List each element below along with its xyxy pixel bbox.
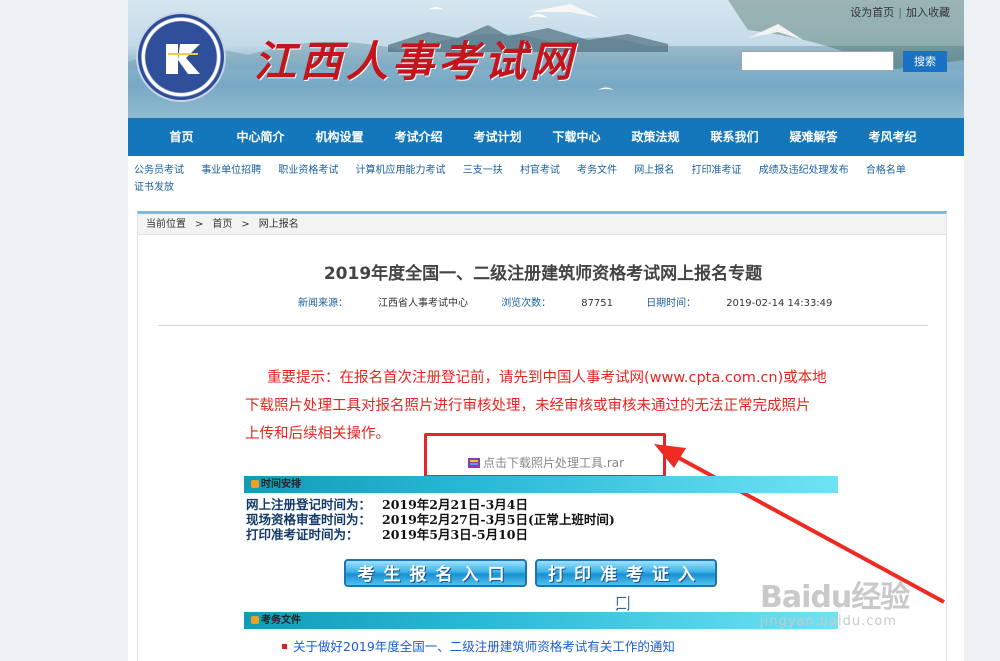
- add-favorite-link[interactable]: 加入收藏: [906, 6, 950, 19]
- schedule-value: 2019年5月3日-5月10日: [382, 527, 528, 542]
- subnav-item[interactable]: 合格名单: [866, 165, 906, 176]
- doc-link[interactable]: 关于做好2019年度全国一、二级注册建筑师资格考试有关工作的通知: [282, 636, 675, 655]
- register-entry-button[interactable]: 考生报名入口: [344, 559, 527, 587]
- subnav-item[interactable]: 证书发放: [134, 182, 174, 193]
- schedule-value: 2019年2月21日-3月4日: [382, 497, 528, 512]
- nav-downloads[interactable]: 下载中心: [537, 118, 616, 156]
- search-button[interactable]: 搜索: [903, 51, 947, 72]
- nav-home[interactable]: 首页: [142, 118, 221, 156]
- subnav-item[interactable]: 村官考试: [520, 165, 560, 176]
- subnav-item[interactable]: 事业单位招聘: [201, 165, 261, 176]
- red-bullet-icon: [282, 644, 287, 649]
- schedule-key: 现场资格审查时间为：: [246, 512, 372, 527]
- logo-emblem-icon: [166, 44, 200, 74]
- docs-section-title: 考务文件: [261, 615, 301, 626]
- nav-about[interactable]: 中心简介: [221, 118, 300, 156]
- watermark-logo: Baidu经验: [760, 580, 910, 615]
- doc-link-label: 关于做好2019年度全国一、二级注册建筑师资格考试有关工作的通知: [293, 639, 675, 654]
- section-bullet-icon: [251, 480, 259, 488]
- watermark-url: jingyan.baidu.com: [760, 614, 897, 629]
- search-input[interactable]: [741, 51, 894, 71]
- header-banner: 江西人事考试网 设为首页 | 加入收藏 搜索: [128, 0, 964, 118]
- schedule-key: 网上注册登记时间为：: [246, 497, 372, 512]
- schedule-section-title: 时间安排: [261, 479, 301, 490]
- schedule-section-bar: 时间安排: [244, 476, 838, 493]
- print-admission-button[interactable]: 打印准考证入口: [535, 559, 717, 613]
- subnav-item[interactable]: 计算机应用能力考试: [356, 165, 446, 176]
- nav-organization[interactable]: 机构设置: [300, 118, 379, 156]
- page: 江西人事考试网 设为首页 | 加入收藏 搜索 首页 中心简介 机构设置 考试介绍 考…: [128, 0, 964, 661]
- subnav-item[interactable]: 打印准考证: [692, 165, 742, 176]
- nav-contact[interactable]: 联系我们: [695, 118, 774, 156]
- nav-faq[interactable]: 疑难解答: [774, 118, 853, 156]
- subnav-item[interactable]: 三支一扶: [463, 165, 503, 176]
- nav-policies[interactable]: 政策法规: [616, 118, 695, 156]
- schedule-value: 2019年2月27日-3月5日(正常上班时间): [382, 512, 615, 527]
- logo[interactable]: [136, 12, 226, 102]
- subnav-item[interactable]: 公务员考试: [134, 165, 184, 176]
- schedule-key: 打印准考证时间为：: [246, 527, 359, 542]
- watermark: Baidu经验 jingyan.baidu.com: [760, 572, 910, 629]
- subnav-item[interactable]: 网上报名: [634, 165, 674, 176]
- schedule-list: 网上注册登记时间为： 2019年2月21日-3月4日 现场资格审查时间为： 2019…: [246, 497, 615, 542]
- set-homepage-link[interactable]: 设为首页: [850, 6, 894, 19]
- top-links: 设为首页 | 加入收藏: [850, 6, 950, 19]
- nav-exam-intro[interactable]: 考试介绍: [379, 118, 458, 156]
- main-nav: 首页 中心简介 机构设置 考试介绍 考试计划 下载中心 政策法规 联系我们 疑难…: [128, 118, 964, 156]
- docs-section-bar: 考务文件: [244, 612, 838, 629]
- sub-nav: 公务员考试 事业单位招聘 职业资格考试 计算机应用能力考试 三支一扶 村官考试 …: [134, 162, 954, 196]
- nav-discipline[interactable]: 考风考纪: [853, 118, 932, 156]
- section-bullet-icon: [251, 616, 259, 624]
- subnav-item[interactable]: 成绩及违纪处理发布: [759, 165, 849, 176]
- subnav-item[interactable]: 考务文件: [577, 165, 617, 176]
- nav-exam-plan[interactable]: 考试计划: [458, 118, 537, 156]
- site-title: 江西人事考试网: [254, 37, 577, 86]
- subnav-item[interactable]: 职业资格考试: [278, 165, 338, 176]
